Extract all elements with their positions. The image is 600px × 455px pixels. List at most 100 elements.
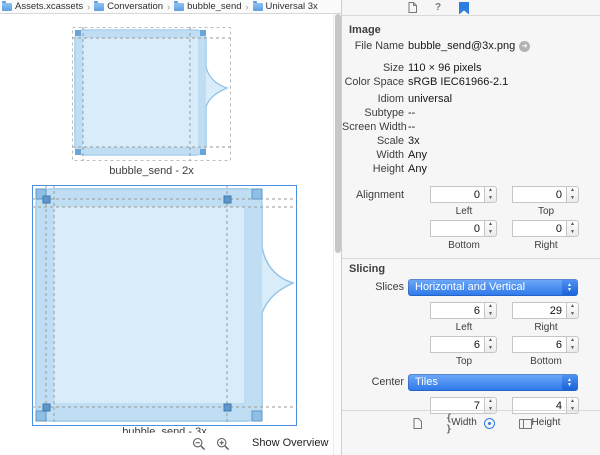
- scale-row: Scale 3x: [342, 135, 600, 148]
- slice-bottom-stepper[interactable]: [566, 336, 579, 353]
- slice-top: Top: [430, 336, 498, 368]
- stepper-up-icon[interactable]: [485, 187, 496, 195]
- slice-bottom: Bottom: [512, 336, 580, 368]
- slice-right-caption: Right: [534, 322, 558, 333]
- xcode-asset-editor: Assets.xcassets › Conversation › bubble_…: [0, 0, 600, 455]
- media-library-tab[interactable]: [482, 417, 496, 431]
- slice-right-stepper[interactable]: [566, 302, 579, 319]
- bubble-2x-image: [72, 27, 231, 161]
- slice-left-caption: Left: [455, 322, 473, 333]
- stepper-up-icon[interactable]: [485, 303, 496, 311]
- stepper-up-icon[interactable]: [567, 187, 578, 195]
- slices-popup[interactable]: Horizontal and Vertical: [408, 279, 578, 296]
- alignment-right-stepper[interactable]: [566, 220, 579, 237]
- popup-arrows-icon: [562, 280, 577, 295]
- zoom-in-button[interactable]: [216, 437, 230, 451]
- slices-label: Slices: [375, 281, 404, 293]
- file-inspector-icon: [408, 2, 417, 13]
- slice-right: Right: [512, 302, 580, 334]
- alignment-top-stepper[interactable]: [566, 186, 579, 203]
- bubble-2x-preview[interactable]: [72, 27, 231, 161]
- zoom-out-icon: [192, 437, 206, 451]
- file-name-row: File Name bubble_send@3x.png ➜: [342, 40, 600, 53]
- slice-top-caption: Top: [455, 356, 473, 367]
- alignment-left-field[interactable]: [430, 186, 485, 203]
- split-rect-icon: [518, 418, 532, 429]
- stepper-down-icon[interactable]: [485, 311, 496, 319]
- slice-left-stepper[interactable]: [484, 302, 497, 319]
- slice-top-stepper[interactable]: [484, 336, 497, 353]
- stepper-down-icon[interactable]: [567, 195, 578, 203]
- alignment-right-field[interactable]: [512, 220, 567, 237]
- breadcrumb-item-conversation[interactable]: Conversation: [94, 0, 164, 12]
- size-row: Size 110 × 96 pixels: [342, 62, 600, 75]
- width-value: Any: [408, 149, 427, 161]
- breadcrumb-item-bubble-send[interactable]: bubble_send: [174, 0, 242, 12]
- question-mark-icon: ?: [434, 2, 442, 13]
- center-popup[interactable]: Tiles: [408, 374, 578, 391]
- stepper-up-icon[interactable]: [567, 303, 578, 311]
- slice-left-field[interactable]: [430, 302, 485, 319]
- stepper-down-icon[interactable]: [485, 195, 496, 203]
- slicing-section-header: Slicing: [349, 263, 386, 275]
- reveal-arrow-icon[interactable]: ➜: [519, 41, 531, 52]
- stepper-down-icon[interactable]: [567, 229, 578, 237]
- show-overview-button[interactable]: Show Overview: [252, 437, 328, 449]
- breadcrumb-separator: ›: [245, 1, 249, 12]
- slice-top-field[interactable]: [430, 336, 485, 353]
- section-divider: [342, 258, 600, 259]
- alignment-top-field[interactable]: [512, 186, 567, 203]
- color-space-value: sRGB IEC61966-2.1: [408, 76, 509, 88]
- stepper-up-icon[interactable]: [485, 398, 496, 406]
- alignment-left: Left: [430, 186, 498, 218]
- circle-dot-icon: [483, 418, 495, 429]
- breadcrumb-label: Conversation: [107, 1, 164, 12]
- file-template-tab[interactable]: [410, 417, 424, 431]
- image-slot-icon: [252, 0, 263, 11]
- field-label: File Name: [354, 40, 404, 52]
- stepper-down-icon[interactable]: [567, 311, 578, 319]
- stepper-up-icon[interactable]: [567, 337, 578, 345]
- breadcrumb-item-universal-3x[interactable]: Universal 3x: [252, 0, 318, 12]
- object-library-tab[interactable]: [518, 417, 532, 431]
- zoom-in-icon: [216, 437, 230, 451]
- quick-help-tab[interactable]: ?: [432, 2, 444, 14]
- idiom-row: Idiom universal: [342, 93, 600, 106]
- canvas-vertical-scrollbar[interactable]: [333, 14, 341, 455]
- field-label: Screen Width: [342, 121, 407, 133]
- file-inspector-tab[interactable]: [406, 2, 418, 14]
- inspector-tab-bar: ?: [342, 0, 600, 16]
- braces-icon: { }: [446, 412, 452, 435]
- stepper-up-icon[interactable]: [567, 398, 578, 406]
- alignment-bottom-stepper[interactable]: [484, 220, 497, 237]
- stepper-up-icon[interactable]: [485, 337, 496, 345]
- attributes-inspector-tab[interactable]: [458, 1, 470, 14]
- inspector-bottom-bar: { }: [342, 410, 600, 436]
- idiom-value: universal: [408, 93, 453, 105]
- screen-width-row: Screen Width --: [342, 121, 600, 134]
- breadcrumb-item-assets[interactable]: Assets.xcassets: [2, 0, 84, 12]
- alignment-right-caption: Right: [534, 240, 558, 251]
- scale-value: 3x: [408, 135, 420, 147]
- stepper-down-icon[interactable]: [485, 345, 496, 353]
- zoom-out-button[interactable]: [192, 437, 206, 451]
- imageset-icon: [174, 0, 185, 11]
- slice-bottom-field[interactable]: [512, 336, 567, 353]
- field-label: Scale: [376, 135, 404, 147]
- alignment-top: Top: [512, 186, 580, 218]
- bubble-3x-preview[interactable]: [32, 185, 297, 426]
- field-label: Height: [372, 163, 404, 175]
- alignment-section: Alignment Left: [342, 186, 600, 254]
- slice-right-field[interactable]: [512, 302, 567, 319]
- code-snippet-tab[interactable]: { }: [446, 413, 460, 435]
- bubble-3x-image: [32, 185, 297, 426]
- stepper-up-icon[interactable]: [567, 221, 578, 229]
- alignment-bottom-field[interactable]: [430, 220, 485, 237]
- stepper-up-icon[interactable]: [485, 221, 496, 229]
- stepper-down-icon[interactable]: [567, 345, 578, 353]
- alignment-left-stepper[interactable]: [484, 186, 497, 203]
- breadcrumb-label: Assets.xcassets: [15, 1, 84, 12]
- bubble-2x-label: bubble_send - 2x: [109, 165, 194, 177]
- stepper-down-icon[interactable]: [485, 229, 496, 237]
- alignment-bottom: Bottom: [430, 220, 498, 252]
